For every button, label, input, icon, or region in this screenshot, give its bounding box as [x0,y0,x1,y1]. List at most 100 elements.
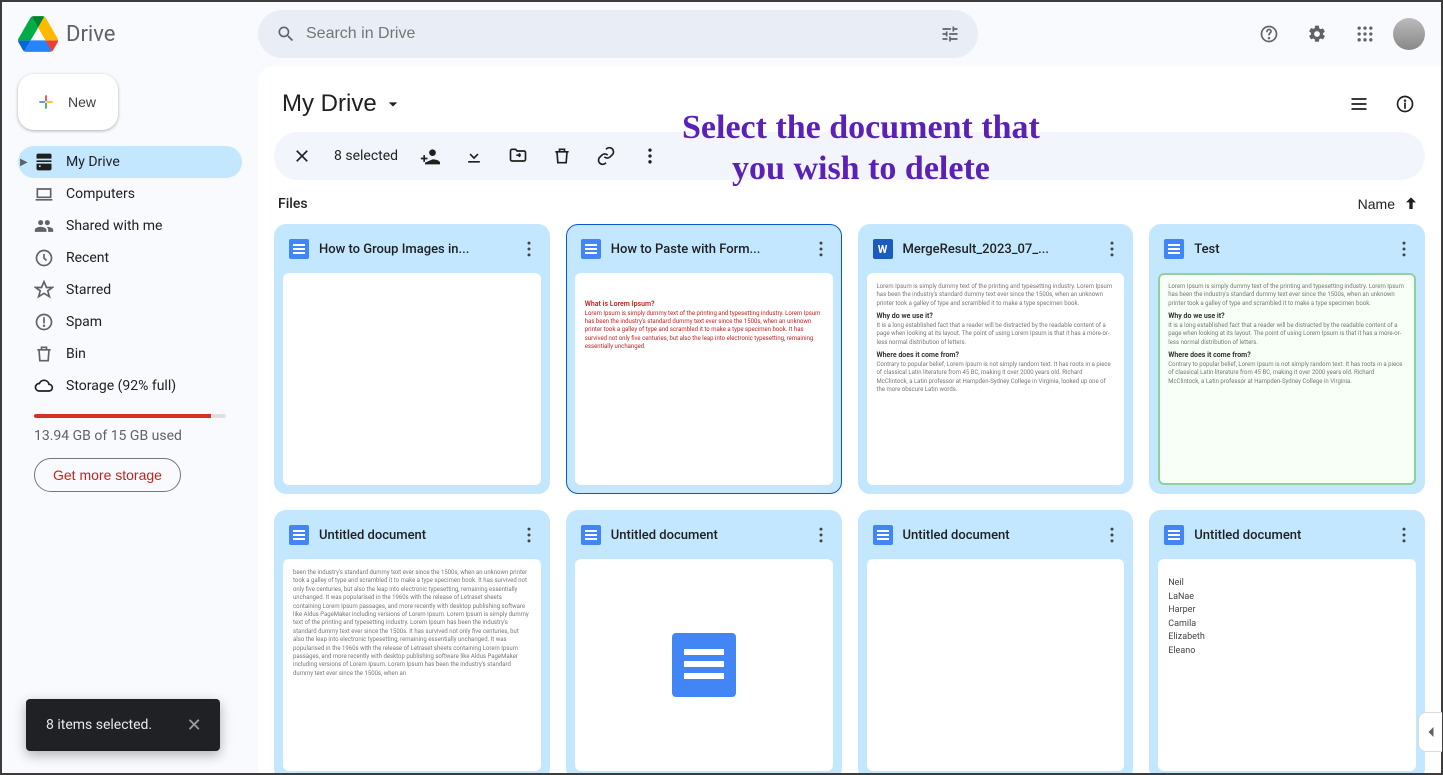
nav-bin[interactable]: Bin [18,338,242,370]
shared-icon [34,216,54,236]
link-icon[interactable] [586,136,626,176]
file-card[interactable]: W MergeResult_2023_07_... Lorem Ipsum is… [858,224,1134,494]
file-card-header: W MergeResult_2023_07_... [859,225,1133,273]
account-avatar[interactable] [1393,18,1425,50]
selection-count: 8 selected [326,148,406,164]
apps-icon[interactable] [1345,14,1385,54]
details-icon[interactable] [1385,84,1425,124]
main-panel: My Drive 8 selected Files Name [258,66,1441,773]
search-options-icon[interactable] [930,14,970,54]
search-wrap [258,10,1249,58]
nav-computers[interactable]: Computers [18,178,242,210]
file-card[interactable]: Test Lorem Ipsum is simply dummy text of… [1149,224,1425,494]
file-card-header: How to Group Images in... [275,225,549,273]
star-icon [34,280,54,300]
storage-used-text: 13.94 GB of 15 GB used [34,428,226,444]
file-menu-icon[interactable] [1098,521,1126,549]
file-thumbnail: Neil LaNae Harper Camila Elizabeth Elean… [1158,559,1416,771]
file-title: Untitled document [611,528,797,543]
nav-starred[interactable]: Starred [18,274,242,306]
drive-logo-icon [18,14,58,54]
settings-icon[interactable] [1297,14,1337,54]
trash-icon [34,344,54,364]
nav-label: Spam [66,314,102,330]
new-button[interactable]: New [18,74,118,130]
support-icon[interactable] [1249,14,1289,54]
file-menu-icon[interactable] [1390,521,1418,549]
file-menu-icon[interactable] [515,521,543,549]
caret-down-icon [383,94,403,114]
file-card[interactable]: How to Paste with Form... What is Lorem … [566,224,842,494]
sidepanel-collapse-icon[interactable] [1418,712,1442,752]
my-drive-icon [34,152,54,172]
file-title: Untitled document [1194,528,1380,543]
gdoc-icon [581,239,601,259]
share-icon[interactable] [410,136,450,176]
chevron-right-icon: ▶ [20,157,28,168]
file-card-header: Untitled document [859,511,1133,559]
gdoc-icon [873,525,893,545]
file-thumbnail: What is Lorem Ipsum? Lorem Ipsum is simp… [575,273,833,485]
search-input[interactable] [306,25,930,43]
file-card-header: Untitled document [275,511,549,559]
file-card[interactable]: Untitled document been the industry's st… [274,510,550,773]
gdoc-icon [289,525,309,545]
file-menu-icon[interactable] [807,235,835,263]
file-thumbnail [575,559,833,771]
thumb-line: LaNae [1168,591,1406,605]
gdoc-icon [1164,239,1184,259]
nav-shared[interactable]: Shared with me [18,210,242,242]
storage-label: Storage (92% full) [66,378,176,394]
thumb-line: Elizabeth [1168,631,1406,645]
main-head-actions [1339,84,1425,124]
clear-selection-icon[interactable] [282,136,322,176]
thumb-line: Harper [1168,604,1406,618]
main-head: My Drive [274,80,1425,128]
file-menu-icon[interactable] [1390,235,1418,263]
nav-spam[interactable]: Spam [18,306,242,338]
sort-button[interactable]: Name [1358,194,1421,214]
thumb-line: Eleano [1168,645,1406,659]
sort-label: Name [1358,196,1395,212]
nav-label: Bin [66,346,86,362]
nav-storage[interactable]: Storage (92% full) [18,370,242,402]
list-view-icon[interactable] [1339,84,1379,124]
breadcrumb-label: My Drive [282,90,377,118]
nav-my-drive[interactable]: ▶ My Drive [18,146,242,178]
file-card[interactable]: Untitled document Neil LaNae Harper Cami… [1149,510,1425,773]
nav-label: Computers [66,186,135,202]
delete-icon[interactable] [542,136,582,176]
file-title: How to Paste with Form... [611,242,797,257]
file-card-header: How to Paste with Form... [567,225,841,273]
gdoc-icon [581,525,601,545]
breadcrumb-my-drive[interactable]: My Drive [274,86,411,122]
gdoc-icon [1164,525,1184,545]
search-icon[interactable] [266,14,306,54]
file-menu-icon[interactable] [515,235,543,263]
file-card[interactable]: How to Group Images in... [274,224,550,494]
file-menu-icon[interactable] [1098,235,1126,263]
download-icon[interactable] [454,136,494,176]
thumb-line: Camila [1168,618,1406,632]
files-header: Files Name [274,194,1425,214]
arrow-up-icon [1401,194,1421,214]
move-icon[interactable] [498,136,538,176]
get-more-storage-button[interactable]: Get more storage [34,458,181,492]
file-card[interactable]: Untitled document [566,510,842,773]
new-button-label: New [68,94,96,110]
app-title: Drive [66,22,115,47]
file-title: Test [1194,242,1380,257]
file-card[interactable]: Untitled document [858,510,1134,773]
gdoc-icon [289,239,309,259]
storage-block: 13.94 GB of 15 GB used Get more storage [18,414,242,492]
thumb-line: Neil [1168,577,1406,591]
toast-close-icon[interactable]: ✕ [182,713,206,737]
file-menu-icon[interactable] [807,521,835,549]
recent-icon [34,248,54,268]
nav-label: My Drive [66,154,120,170]
file-thumbnail: been the industry's standard dummy text … [283,559,541,771]
nav-recent[interactable]: Recent [18,242,242,274]
more-actions-icon[interactable] [630,136,670,176]
word-icon: W [873,239,893,259]
nav-label: Recent [66,250,109,266]
